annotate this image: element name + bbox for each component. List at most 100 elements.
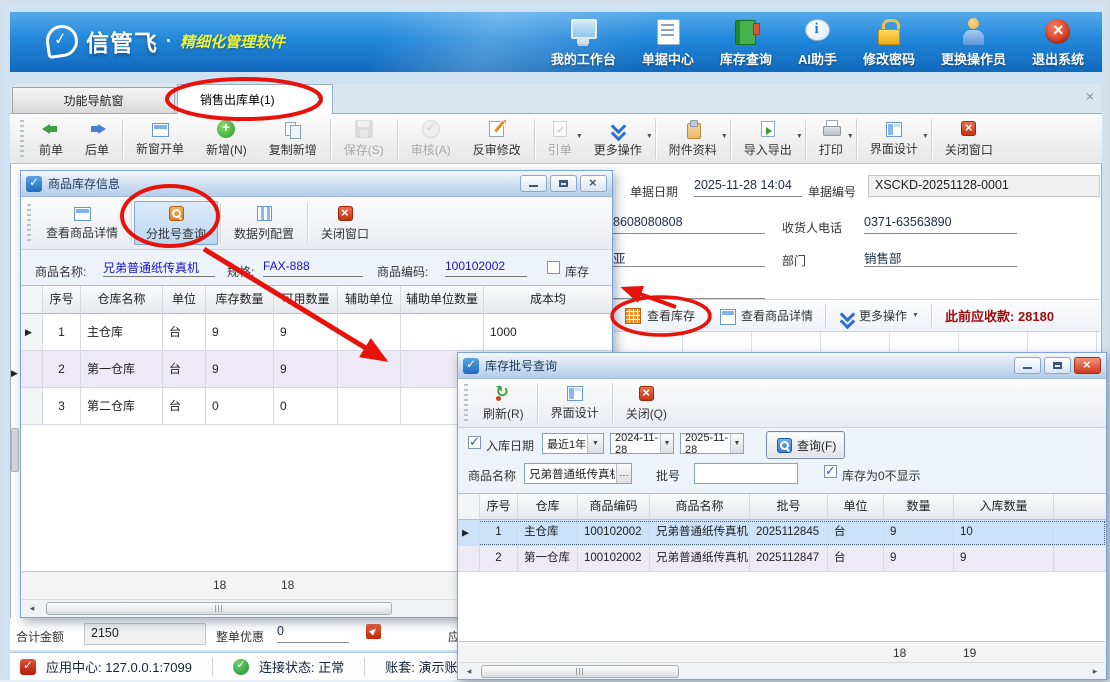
- dialog-titlebar[interactable]: 商品库存信息: [21, 171, 612, 197]
- table-row-selected[interactable]: 1 主仓库 100102002 兄弟普通纸传真机 2025112845 台 9 …: [458, 520, 1106, 546]
- minimize-button[interactable]: [520, 175, 547, 192]
- minimize-button[interactable]: [1014, 357, 1041, 374]
- column-header[interactable]: 单位: [828, 494, 884, 520]
- data-columns-config-button[interactable]: 数据列配置: [223, 200, 305, 246]
- ui-design-button[interactable]: 界面设计: [540, 380, 610, 426]
- refresh-button[interactable]: 刷新(R): [472, 380, 535, 426]
- next-doc-button[interactable]: 后单: [74, 116, 120, 162]
- lookup-ellipsis-button[interactable]: …: [616, 464, 631, 483]
- menu-item-exit-system[interactable]: 退出系统: [1026, 17, 1090, 68]
- scrollbar-thumb[interactable]: [46, 602, 392, 615]
- date-from-select[interactable]: 2024-11-28 ▼: [610, 433, 674, 454]
- hide-zero-stock-label: 库存为0不显示: [842, 467, 921, 484]
- doc-date-value[interactable]: 2025-11-28 14:04: [694, 178, 802, 197]
- table-row[interactable]: 1 主仓库 台 9 9 1000: [21, 314, 612, 351]
- more-operations-button[interactable]: 更多操作 ▼: [583, 116, 653, 162]
- product-name-filter-label: 商品名称: [468, 467, 516, 484]
- discount-edit-icon[interactable]: [366, 624, 381, 639]
- product-name-filter-input[interactable]: 兄弟普通纸传真机 …: [524, 463, 632, 484]
- table-row[interactable]: 2 第一仓库 100102002 兄弟普通纸传真机 2025112847 台 9…: [458, 546, 1106, 572]
- menu-item-ai-assistant[interactable]: AI助手: [792, 17, 843, 68]
- more-operations-button[interactable]: 更多操作 ▼: [829, 303, 928, 329]
- scrollbar-thumb[interactable]: [481, 665, 679, 678]
- ui-design-button[interactable]: 界面设计 ▼: [859, 116, 929, 162]
- view-stock-button[interactable]: 查看库存: [614, 303, 704, 329]
- menu-item-workbench[interactable]: 我的工作台: [545, 17, 622, 68]
- empty-field[interactable]: [613, 280, 765, 299]
- maximize-button[interactable]: [1044, 357, 1071, 374]
- print-button[interactable]: 打印 ▼: [808, 116, 854, 162]
- column-header[interactable]: 序号: [43, 286, 81, 314]
- stock-filter-checkbox[interactable]: [547, 261, 560, 274]
- unaudit-modify-button[interactable]: 反审修改: [462, 116, 532, 162]
- person-field-partial[interactable]: 亚: [613, 248, 765, 267]
- import-export-button[interactable]: 导入导出 ▼: [733, 116, 803, 162]
- scroll-left-arrow-icon[interactable]: ◂: [24, 601, 40, 615]
- dialog-titlebar[interactable]: 库存批号查询: [458, 353, 1106, 379]
- query-button[interactable]: 查询(F): [766, 431, 845, 459]
- tab-sales-outbound[interactable]: 销售出库单(1) ×: [177, 84, 333, 114]
- column-header[interactable]: 仓库: [518, 494, 578, 520]
- menu-item-doc-center[interactable]: 单据中心: [636, 17, 700, 68]
- prev-doc-button[interactable]: 前单: [28, 116, 74, 162]
- column-header[interactable]: 批号: [750, 494, 828, 520]
- dialog-title: 库存批号查询: [485, 357, 557, 374]
- batch-filter-input[interactable]: [694, 463, 798, 484]
- column-header[interactable]: 序号: [480, 494, 518, 520]
- toolbar-grip: [27, 204, 31, 242]
- date-range-select[interactable]: 最近1年 ▼: [542, 433, 604, 454]
- view-product-detail-button[interactable]: 查看商品详情: [35, 200, 129, 246]
- column-header[interactable]: 辅助单位: [338, 286, 401, 314]
- audit-check-icon: [422, 120, 440, 138]
- hide-zero-stock-checkbox[interactable]: [824, 465, 837, 478]
- view-product-detail-button[interactable]: 查看商品详情: [711, 303, 822, 329]
- menu-item-switch-operator[interactable]: 更换操作员: [935, 17, 1012, 68]
- column-header[interactable]: 数量: [884, 494, 954, 520]
- date-to-select[interactable]: 2025-11-28 ▼: [680, 433, 744, 454]
- tab-function-nav[interactable]: 功能导航窗: [12, 87, 175, 113]
- dropdown-arrow-icon: ▼: [922, 133, 929, 140]
- new-window-order-button[interactable]: 新窗开单: [125, 116, 195, 162]
- tab-close-icon[interactable]: ×: [316, 92, 324, 107]
- close-window-button[interactable]: 关闭窗口: [310, 200, 380, 246]
- order-discount-field[interactable]: 0: [277, 624, 349, 643]
- close-window-button[interactable]: 关闭窗口: [934, 116, 1004, 162]
- column-header[interactable]: 库存数量: [206, 286, 274, 314]
- column-header[interactable]: 单位: [163, 286, 206, 314]
- view-detail-window-icon: [74, 207, 91, 221]
- close-button[interactable]: [580, 175, 607, 192]
- receiver-phone-field[interactable]: 0371-63563890: [864, 215, 1017, 234]
- toolbar-separator: [612, 383, 613, 423]
- close-button[interactable]: [1074, 357, 1101, 374]
- column-header[interactable]: 可用数量: [274, 286, 338, 314]
- cell-seq: 2: [480, 546, 518, 572]
- column-header[interactable]: 商品编码: [578, 494, 650, 520]
- maximize-button[interactable]: [550, 175, 577, 192]
- dept-label: 部门: [782, 252, 806, 269]
- attachments-button[interactable]: 附件资料 ▼: [658, 116, 728, 162]
- scroll-left-arrow-icon[interactable]: ◂: [461, 664, 477, 678]
- strip-close-icon[interactable]: ×: [1086, 88, 1094, 104]
- total-amount-label: 合计金额: [16, 628, 64, 645]
- scroll-right-arrow-icon[interactable]: ▸: [1087, 664, 1103, 678]
- menu-item-change-password[interactable]: 修改密码: [857, 17, 921, 68]
- copy-add-button[interactable]: 复制新增: [258, 116, 328, 162]
- inbound-date-checkbox[interactable]: [468, 436, 481, 449]
- phone-field-partial[interactable]: 8608080808: [613, 215, 765, 234]
- column-header[interactable]: 入库数量: [954, 494, 1054, 520]
- dept-field[interactable]: 销售部: [864, 248, 1017, 267]
- product-name-label: 商品名称:: [35, 263, 86, 280]
- add-new-button[interactable]: 新增(N): [195, 116, 258, 162]
- menu-label: 我的工作台: [551, 49, 616, 68]
- column-header[interactable]: 辅助单位数量: [401, 286, 484, 314]
- cell-aux-unit: [338, 314, 401, 351]
- batch-number-query-button[interactable]: 分批号查询: [134, 201, 218, 245]
- close-button[interactable]: 关闭(Q): [615, 380, 678, 426]
- column-header[interactable]: 商品名称: [650, 494, 750, 520]
- horizontal-scrollbar[interactable]: ◂ ▸: [459, 662, 1105, 678]
- background-scrollbar-thumb[interactable]: [11, 428, 19, 472]
- menu-item-inventory-query[interactable]: 库存查询: [714, 17, 778, 68]
- column-header[interactable]: 成本均: [484, 286, 612, 314]
- cell-product-code: 100102002: [578, 546, 650, 572]
- column-header[interactable]: 仓库名称: [81, 286, 163, 314]
